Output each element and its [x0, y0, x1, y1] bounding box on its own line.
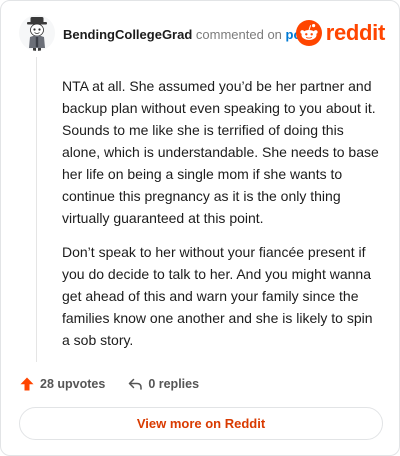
comment-body: NTA at all. She assumed you’d be her par…: [62, 75, 382, 363]
commented-on-label: commented on: [195, 27, 282, 42]
view-more-label: View more on Reddit: [136, 416, 266, 431]
thread-line: [36, 57, 37, 362]
reply-button[interactable]: 0 replies: [127, 376, 199, 392]
reddit-wordmark: reddit: [325, 20, 386, 45]
reply-count: 0 replies: [148, 377, 200, 391]
reddit-logo[interactable]: reddit: [295, 19, 386, 47]
reply-arrow-icon: [129, 378, 143, 390]
upvote-button[interactable]: 28 upvotes: [19, 376, 105, 392]
comment-header: BendingCollegeGrad commented on post red…: [19, 13, 389, 55]
comment-actions: 28 upvotes 0 replies: [19, 373, 221, 395]
comment-paragraph: NTA at all. She assumed you’d be her par…: [62, 78, 379, 226]
upvote-count: 28 upvotes: [40, 377, 106, 391]
comment-meta: BendingCollegeGrad commented on post: [63, 27, 313, 42]
username[interactable]: BendingCollegeGrad: [63, 27, 192, 42]
avatar[interactable]: [19, 15, 55, 51]
upvote-arrow-icon: [20, 377, 34, 391]
user-avatar-icon: [19, 15, 55, 51]
comment-paragraph: Don’t speak to her without your fiancée …: [62, 244, 373, 348]
view-more-on-reddit-button[interactable]: View more on Reddit: [19, 407, 383, 440]
reddit-alien-icon: [295, 20, 322, 46]
comment-card: BendingCollegeGrad commented on post red…: [0, 0, 400, 456]
